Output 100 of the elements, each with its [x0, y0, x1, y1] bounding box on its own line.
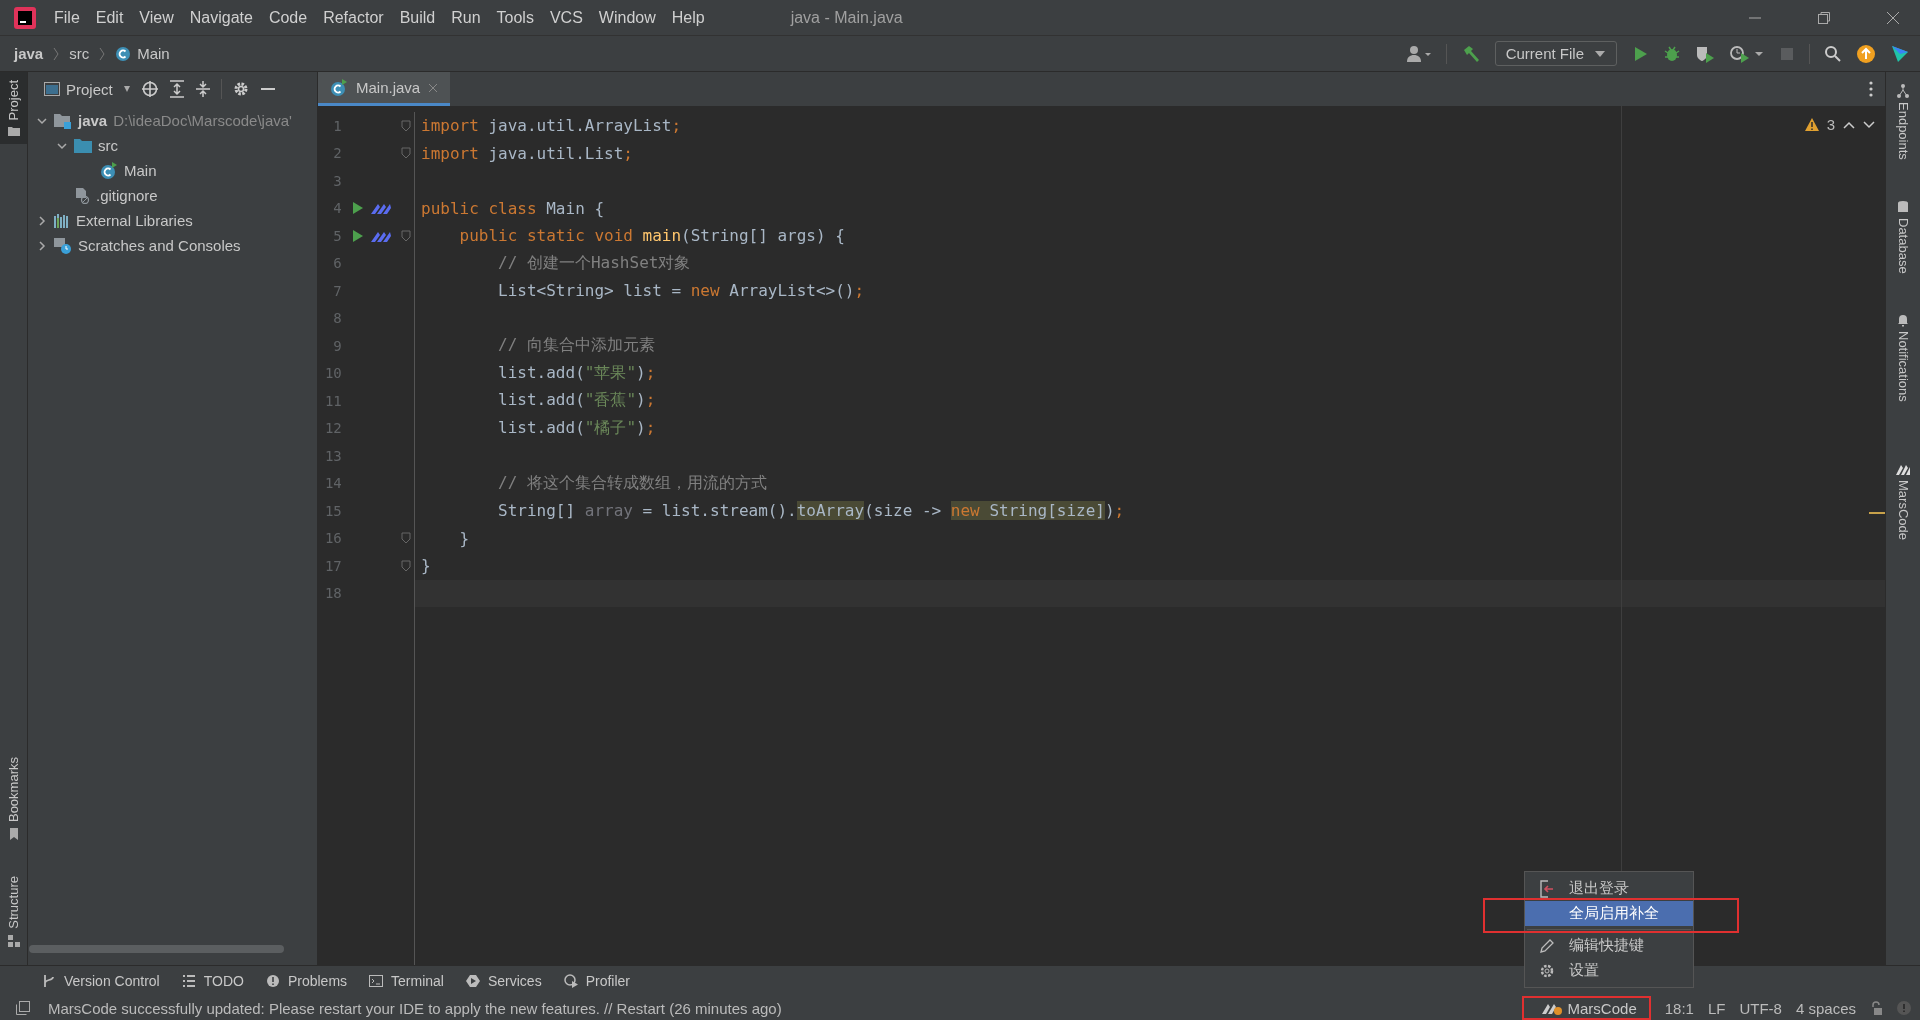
menu-item[interactable]: 设置 [1525, 958, 1693, 983]
next-icon[interactable] [1863, 120, 1875, 129]
status-item[interactable]: LF [1707, 999, 1726, 1017]
run-icon[interactable] [351, 228, 364, 243]
menu-item[interactable]: Code [268, 8, 308, 27]
tool-window-button[interactable]: Profiler [563, 973, 630, 989]
code-line: } [458, 528, 470, 548]
bell-icon [1896, 313, 1910, 328]
structure-icon [7, 935, 20, 947]
tool-tab[interactable]: Bookmarks [0, 749, 27, 849]
chevron-icon[interactable] [36, 239, 48, 252]
tree-item[interactable]: java [78, 112, 108, 129]
menu-item[interactable]: 编辑快捷键 [1525, 933, 1693, 958]
separator-icon [53, 46, 60, 61]
menu-item[interactable]: Help [671, 8, 705, 27]
collapse-all-icon[interactable] [194, 80, 211, 98]
status-item[interactable]: 4 spaces [1795, 999, 1856, 1017]
tool-tab[interactable]: MarsCode [1895, 462, 1911, 541]
tool-window-button[interactable]: Problems [265, 973, 348, 989]
menu-item[interactable]: 全局启用补全 [1525, 901, 1693, 926]
locate-icon[interactable] [140, 80, 159, 98]
menu-item[interactable]: Window [598, 8, 656, 27]
module-folder-icon [54, 112, 72, 129]
menu-item[interactable]: Tools [496, 8, 534, 27]
editor-tab[interactable]: Main.java [318, 72, 451, 106]
code-line: list.add("香蕉"); [497, 390, 656, 412]
dropdown-icon[interactable] [122, 85, 131, 93]
settings-icon [1539, 962, 1555, 979]
app-logo-icon [14, 6, 36, 29]
menu-item[interactable]: Refactor [323, 8, 384, 27]
warning-icon[interactable] [1804, 118, 1819, 131]
code-line: List<String> list = new ArrayList<>(); [497, 281, 865, 301]
menu-item[interactable]: Run [451, 8, 481, 27]
run-config-dropdown[interactable]: Current File [1494, 41, 1617, 66]
breadcrumb[interactable]: Main [137, 45, 170, 62]
close-icon[interactable] [1886, 10, 1900, 25]
tool-tab[interactable]: Endpoints [1895, 84, 1911, 160]
code-line: import java.util.List; [421, 143, 633, 163]
menu-item[interactable]: VCS [549, 8, 583, 27]
menu-item[interactable]: View [139, 8, 174, 27]
code-line: import java.util.ArrayList; [421, 116, 682, 136]
status-widget[interactable]: MarsCode [1521, 996, 1651, 1020]
user-icon[interactable] [1405, 44, 1432, 63]
plugin-logo-icon[interactable] [1890, 43, 1910, 64]
profiler-icon[interactable] [1729, 44, 1765, 63]
run-icon[interactable] [351, 201, 364, 216]
breadcrumb[interactable]: src [69, 45, 90, 62]
fold-icon[interactable] [401, 532, 412, 545]
coverage-icon[interactable] [1695, 44, 1715, 63]
menu-item[interactable]: Edit [95, 8, 124, 27]
pencil-icon [1539, 937, 1555, 954]
tool-tab[interactable]: Database [1895, 199, 1911, 274]
previous-icon[interactable] [1843, 120, 1855, 129]
status-item[interactable]: 18:1 [1664, 999, 1694, 1017]
menu-item[interactable]: Navigate [189, 8, 253, 27]
code-line: list.add("苹果"); [497, 362, 656, 384]
menu-item[interactable]: File [54, 8, 80, 27]
folder-icon [7, 126, 20, 137]
bug-icon[interactable] [1663, 44, 1681, 63]
tree-item[interactable]: External Libraries [76, 212, 193, 229]
panel-title[interactable]: Project [66, 80, 113, 98]
menu-item[interactable]: 退出登录 [1525, 876, 1693, 901]
code-line: public class Main { [421, 198, 605, 218]
fold-icon[interactable] [401, 229, 412, 242]
tree-item[interactable]: src [98, 137, 118, 154]
status-message[interactable]: MarsCode successfully updated: Please restart your IDE to apply the new features. // Restart (26 minutes ago) [48, 999, 782, 1017]
restore-icon[interactable] [1817, 10, 1831, 25]
list-icon [181, 974, 196, 988]
tool-window-button[interactable]: Services [465, 973, 542, 989]
tool-tab[interactable]: Notifications [1895, 313, 1911, 403]
code-line: } [421, 556, 431, 576]
lock-icon[interactable] [1870, 1001, 1882, 1015]
fold-icon[interactable] [401, 147, 412, 160]
tool-window-button[interactable]: TODO [181, 973, 244, 989]
update-icon[interactable] [1856, 43, 1876, 64]
tool-tab[interactable]: Structure [0, 868, 27, 955]
warning-count[interactable]: 3 [1826, 116, 1835, 133]
tree-item[interactable]: Scratches and Consoles [78, 237, 241, 254]
line-number: 16 [323, 530, 342, 547]
expand-all-icon[interactable] [168, 80, 185, 98]
file-icon [74, 187, 90, 204]
breadcrumb[interactable]: java [14, 45, 44, 62]
tree-item[interactable]: Main [124, 162, 157, 179]
scratch-icon [54, 237, 72, 254]
chevron-icon[interactable] [36, 214, 48, 227]
more-icon[interactable] [1869, 81, 1873, 97]
fold-icon[interactable] [401, 559, 412, 572]
line-number: 3 [332, 172, 342, 189]
scrollbar-thumb[interactable] [29, 945, 284, 953]
fold-icon[interactable] [401, 119, 412, 132]
tool-window-button[interactable]: Terminal [369, 973, 444, 989]
search-icon[interactable] [1824, 44, 1842, 63]
library-icon [54, 213, 70, 228]
profiler-icon [563, 974, 578, 988]
status-item[interactable]: UTF-8 [1739, 999, 1782, 1017]
panel-toggle-icon[interactable] [16, 1001, 30, 1015]
menu-item[interactable]: Build [399, 8, 436, 27]
tree-item[interactable]: .gitignore [96, 187, 158, 204]
tool-window-button[interactable]: Version Control [42, 973, 160, 989]
tool-tab[interactable]: Project [0, 72, 27, 145]
